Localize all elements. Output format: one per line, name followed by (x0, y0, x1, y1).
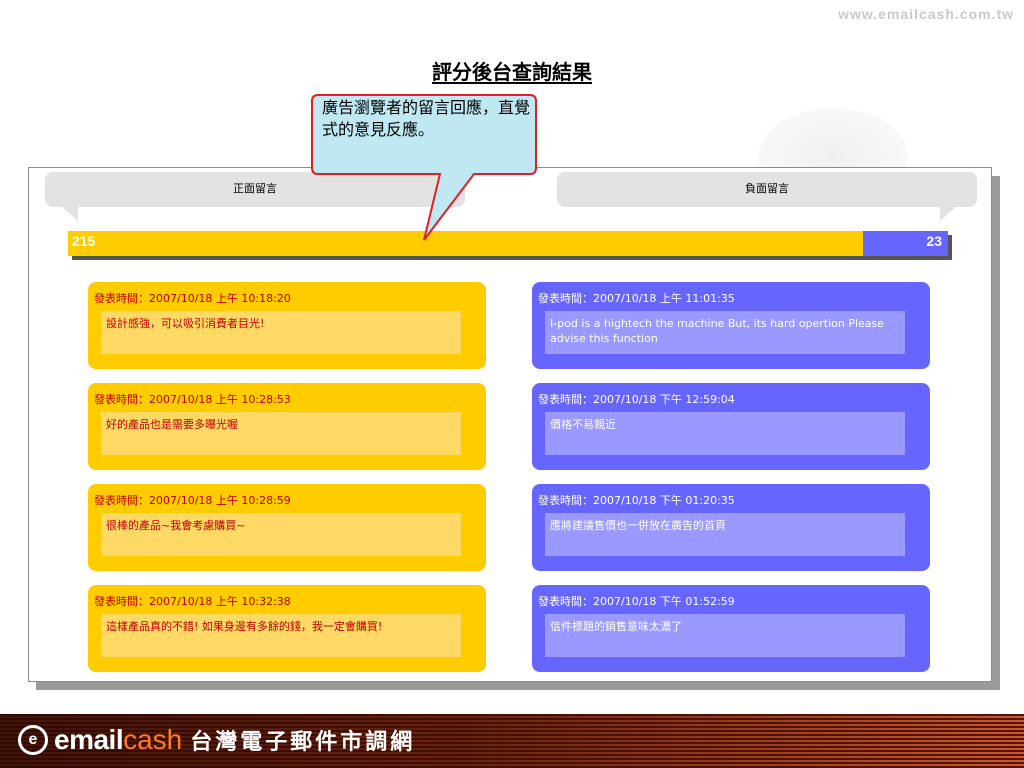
summary-bar: 215 23 (68, 231, 948, 256)
comment-text: I-pod is a hightech the machine But, its… (545, 311, 905, 354)
comment-text: 信件標題的銷售意味太濃了 (545, 614, 905, 657)
summary-bar-negative: 23 (863, 231, 948, 256)
footer-banner: e email cash 台灣電子郵件市調網 (0, 714, 1024, 768)
comment-time: 發表時間：2007/10/18 下午 12:59:04 (538, 393, 735, 406)
logo-email: email (54, 724, 124, 755)
positive-count: 215 (72, 233, 96, 249)
emailcash-logo-icon: e email cash 台灣電子郵件市調網 (18, 724, 415, 756)
positive-comment-card: 發表時間：2007/10/18 上午 10:32:38 這樣產品真的不錯! 如果… (88, 585, 486, 672)
negative-header-tail (940, 205, 958, 221)
positive-comment-card: 發表時間：2007/10/18 上午 10:18:20 設計感強，可以吸引消費者… (88, 282, 486, 369)
negative-comment-card: 發表時間：2007/10/18 下午 01:52:59 信件標題的銷售意味太濃了 (532, 585, 930, 672)
logo-cash: cash (123, 724, 183, 755)
comment-time: 發表時間：2007/10/18 上午 10:28:59 (94, 494, 291, 507)
negative-comment-card: 發表時間：2007/10/18 下午 12:59:04 價格不易親近 (532, 383, 930, 470)
callout-text: 廣告瀏覽者的留言回應，直覺式的意見反應。 (322, 98, 531, 139)
negative-comment-card: 發表時間：2007/10/18 上午 11:01:35 I-pod is a h… (532, 282, 930, 369)
negative-column-header: 負面留言 (557, 172, 977, 207)
negative-count: 23 (926, 233, 942, 249)
summary-bar-positive: 215 (68, 231, 863, 256)
positive-comment-card: 發表時間：2007/10/18 上午 10:28:53 好的產品也是需要多曝光喔 (88, 383, 486, 470)
comment-time: 發表時間：2007/10/18 上午 10:32:38 (94, 595, 291, 608)
comment-time: 發表時間：2007/10/18 下午 01:52:59 (538, 595, 735, 608)
positive-comment-card: 發表時間：2007/10/18 上午 10:28:59 很棒的產品~我會考慮購買… (88, 484, 486, 571)
comment-time: 發表時間：2007/10/18 下午 01:20:35 (538, 494, 735, 507)
page-title: 評分後台查詢結果 (432, 60, 592, 84)
comment-text: 應將建議售價也一併放在廣告的首頁 (545, 513, 905, 556)
site-url: www.emailcash.com.tw (838, 6, 1014, 22)
positive-column-header: 正面留言 (45, 172, 465, 207)
comment-text: 這樣產品真的不錯! 如果身邊有多餘的錢，我一定會購買! (101, 614, 461, 657)
negative-comment-card: 發表時間：2007/10/18 下午 01:20:35 應將建議售價也一併放在廣… (532, 484, 930, 571)
logo-mark: e (18, 725, 48, 755)
comment-time: 發表時間：2007/10/18 上午 10:28:53 (94, 393, 291, 406)
comment-text: 價格不易親近 (545, 412, 905, 455)
comment-text: 好的產品也是需要多曝光喔 (101, 412, 461, 455)
positive-header-tail (60, 205, 78, 221)
comment-text: 很棒的產品~我會考慮購買~ (101, 513, 461, 556)
comment-time: 發表時間：2007/10/18 上午 11:01:35 (538, 292, 735, 305)
comment-time: 發表時間：2007/10/18 上午 10:18:20 (94, 292, 291, 305)
footer-tagline: 台灣電子郵件市調網 (190, 730, 416, 755)
comment-text: 設計感強，可以吸引消費者目光! (101, 311, 461, 354)
